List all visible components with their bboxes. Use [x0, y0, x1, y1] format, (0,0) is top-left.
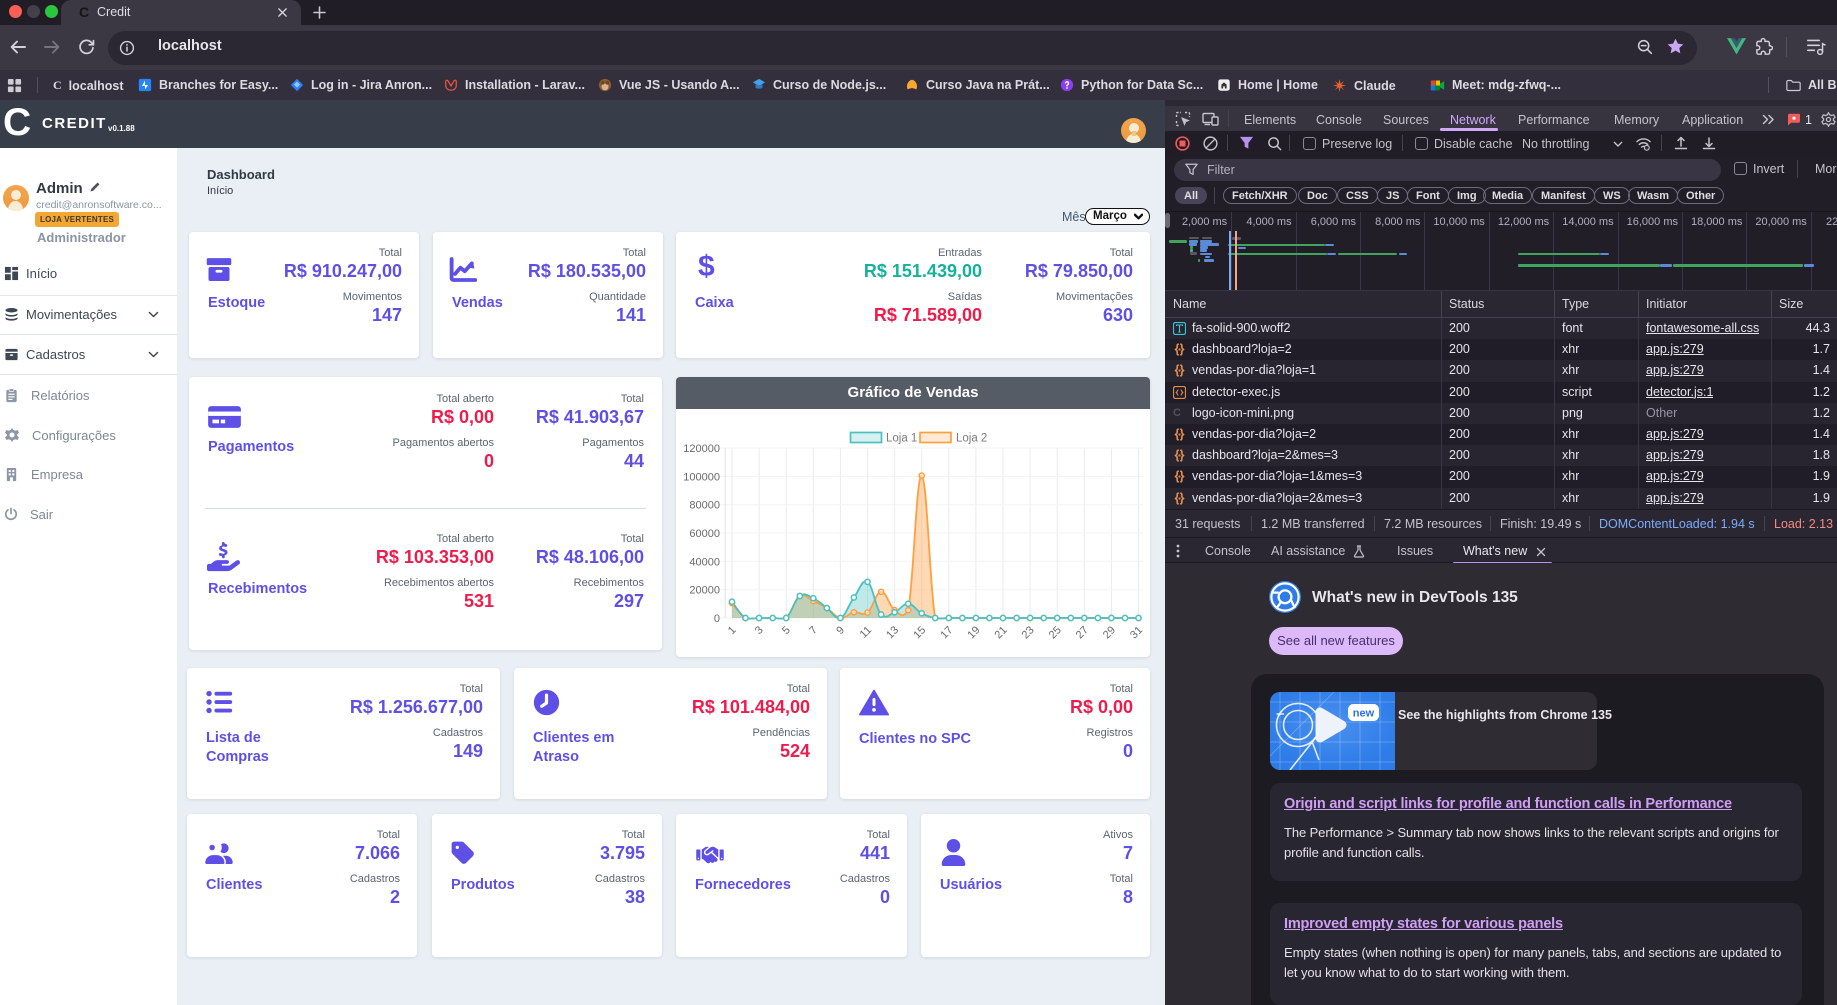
svg-text:1: 1 [726, 624, 739, 637]
svg-text:23: 23 [1020, 624, 1037, 641]
svg-text:20000: 20000 [689, 585, 720, 597]
svg-text:13: 13 [884, 624, 901, 641]
svg-text:40000: 40000 [689, 556, 720, 568]
svg-text:25: 25 [1047, 624, 1064, 641]
svg-text:60000: 60000 [689, 528, 720, 540]
svg-text:Loja 2: Loja 2 [956, 433, 987, 445]
svg-text:9: 9 [834, 624, 847, 637]
svg-text:new: new [1353, 708, 1375, 720]
svg-text:80000: 80000 [689, 500, 720, 512]
svg-text:15: 15 [911, 624, 928, 641]
svg-text:3: 3 [753, 624, 766, 637]
svg-text:5: 5 [780, 624, 793, 637]
svg-text:19: 19 [965, 624, 982, 641]
svg-text:11: 11 [858, 624, 875, 641]
svg-text:120000: 120000 [683, 443, 720, 455]
svg-text:31: 31 [1128, 624, 1145, 641]
svg-text:100000: 100000 [683, 471, 720, 483]
svg-text:27: 27 [1074, 624, 1091, 641]
svg-text:Loja 1: Loja 1 [886, 433, 917, 445]
svg-text:0: 0 [714, 613, 720, 625]
svg-text:29: 29 [1101, 624, 1118, 641]
svg-text:17: 17 [938, 624, 955, 641]
svg-text:21: 21 [993, 624, 1010, 641]
svg-text:7: 7 [807, 624, 820, 637]
